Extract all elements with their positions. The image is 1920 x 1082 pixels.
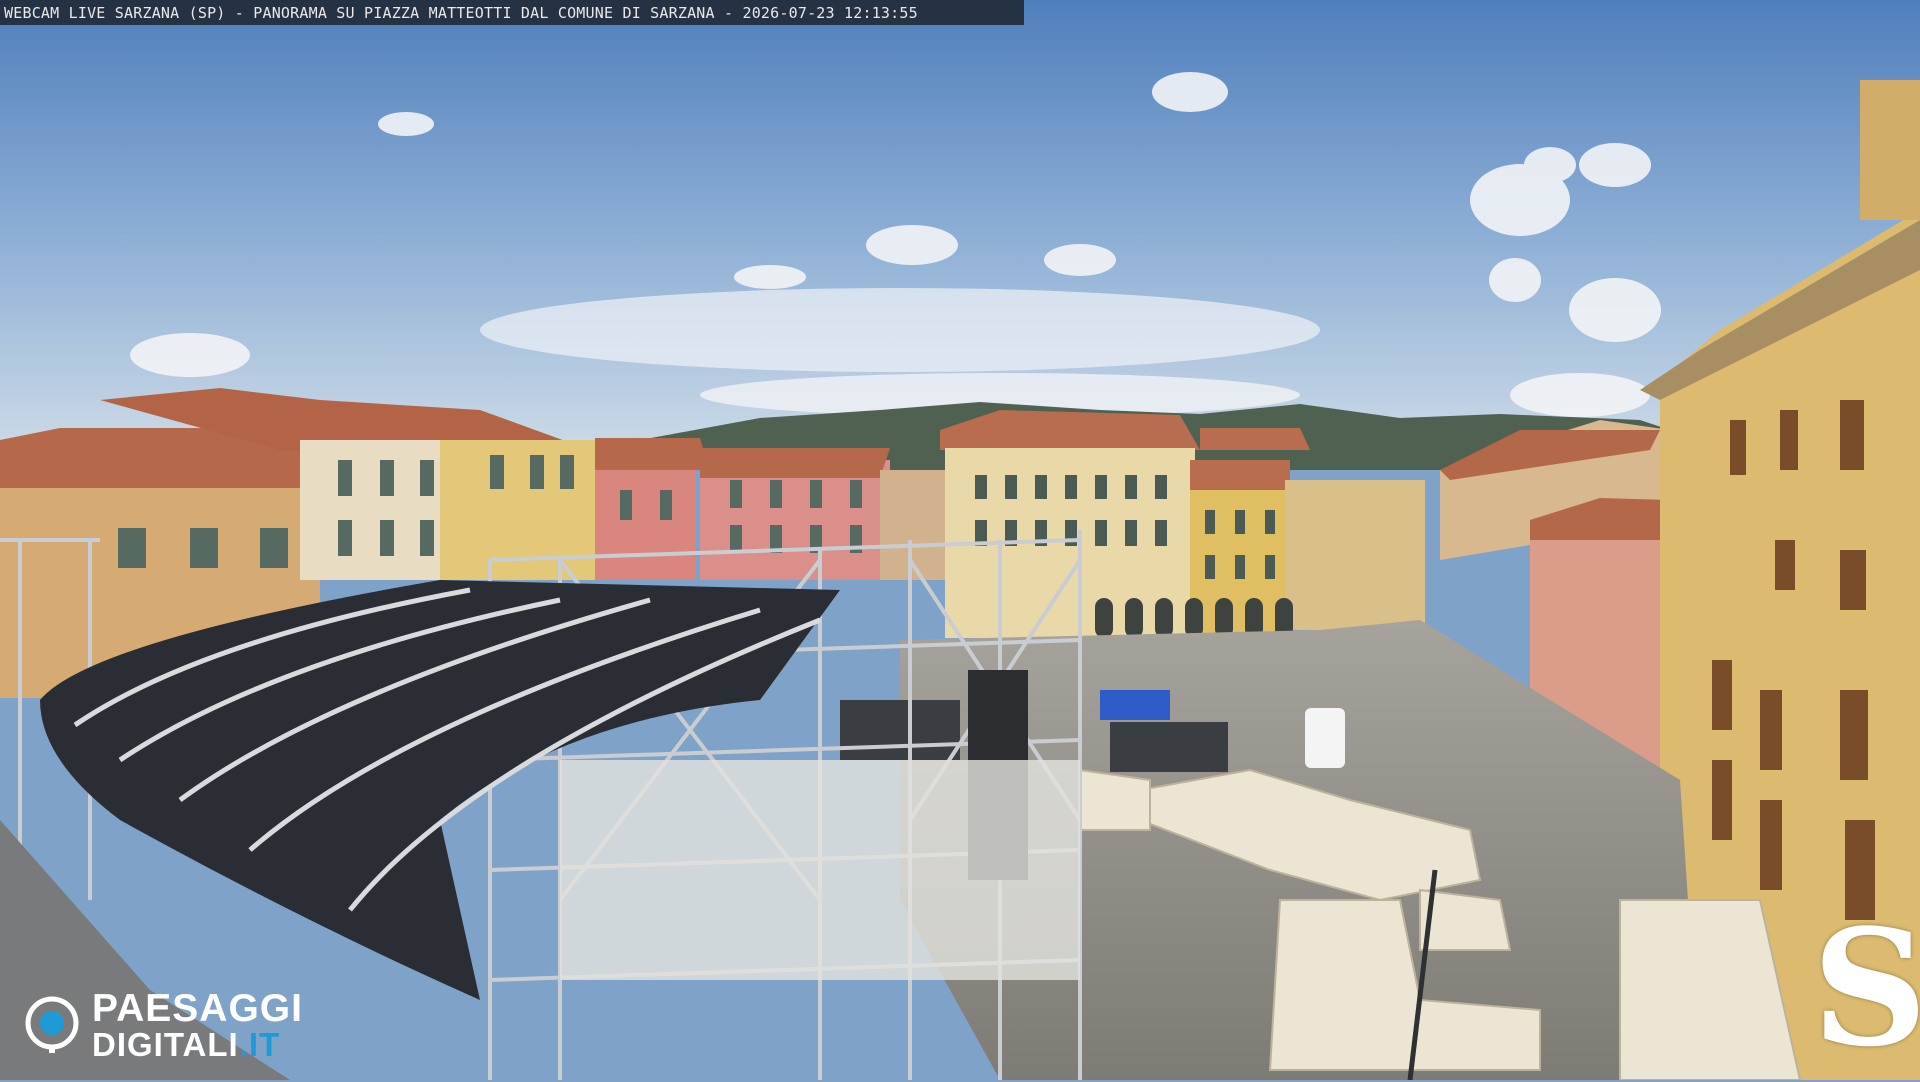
paesaggi-digitali-logo: PAESAGGI DIGITALI.IT: [24, 989, 344, 1061]
webcam-scene: [0, 0, 1920, 1080]
logo-line1: PAESAGGI: [92, 987, 303, 1030]
sarzana-brand-mark: S: [1812, 894, 1920, 1082]
parked-car: [1305, 708, 1345, 768]
stage-deck: [560, 760, 1080, 980]
right-tower-top: [1860, 80, 1920, 220]
webcam-caption-bar: WEBCAM LIVE SARZANA (SP) - PANORAMA SU P…: [0, 0, 1024, 25]
logo-line2-suffix: .IT: [238, 1026, 281, 1063]
camera-lens-icon: [25, 996, 79, 1053]
logo-wordmark: PAESAGGI DIGITALI.IT: [92, 989, 303, 1061]
piazza-panorama-image: [0, 0, 1920, 1080]
webcam-caption: WEBCAM LIVE SARZANA (SP) - PANORAMA SU P…: [4, 3, 918, 22]
logo-line2-main: DIGITALI: [92, 1026, 239, 1063]
logo-line2: DIGITALI.IT: [92, 1028, 303, 1061]
